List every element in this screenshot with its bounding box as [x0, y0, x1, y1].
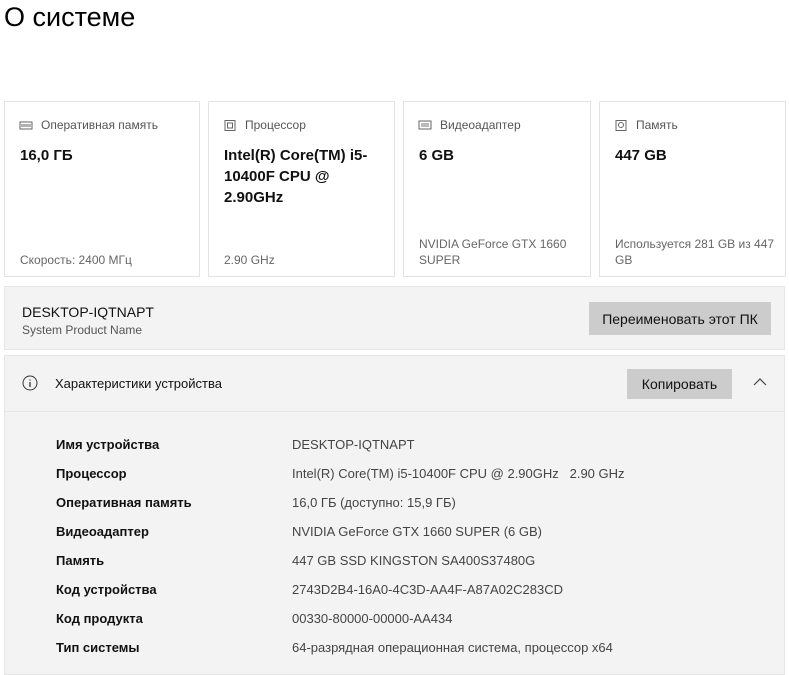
card-value: 6 GB — [419, 147, 455, 164]
pc-subtitle: System Product Name — [22, 323, 143, 337]
specs-header[interactable]: Характеристики устройства Копировать — [5, 356, 784, 412]
spec-row: Код продукта 00330-80000-00000-AA434 — [56, 611, 452, 626]
spec-label: Процессор — [56, 466, 127, 481]
storage-icon — [615, 119, 627, 131]
spec-row: Память 447 GB SSD KINGSTON SA400S37480G — [56, 553, 535, 568]
card-value: 16,0 ГБ — [20, 147, 73, 164]
memory-card: Оперативная память 16,0 ГБ Скорость: 240… — [4, 101, 200, 277]
card-footer: 2.90 GHz — [224, 253, 275, 267]
spec-label: Память — [56, 553, 105, 568]
spec-row: Видеоадаптер NVIDIA GeForce GTX 1660 SUPE… — [56, 524, 542, 539]
spec-row: Тип системы 64-разрядная операционная сис… — [56, 640, 613, 655]
storage-card: Память 447 GB Используется 281 GB из 447… — [599, 101, 786, 277]
spec-value: DESKTOP-IQTNAPT — [292, 437, 415, 452]
spec-value: 00330-80000-00000-AA434 — [292, 611, 453, 626]
card-label: Процессор — [245, 118, 306, 132]
spec-value: 16,0 ГБ (доступно: 15,9 ГБ) — [292, 495, 456, 510]
spec-value: Intel(R) Core(TM) i5-10400F CPU @ 2.90GH… — [292, 466, 625, 481]
card-label: Память — [636, 118, 678, 132]
spec-label: Код продукта — [56, 611, 143, 626]
processor-icon — [224, 119, 236, 131]
spec-row: Код устройства 2743D2B4-16A0-4C3D-AA4F-A8… — [56, 582, 563, 597]
rename-pc-button[interactable]: Переименовать этот ПК — [589, 302, 771, 335]
card-label: Видеоадаптер — [440, 118, 521, 132]
card-value: Intel(R) Core(TM) i5-10400F CPU @ 2.90GH… — [224, 147, 368, 206]
display-adapter-icon — [418, 120, 432, 129]
specs-title: Характеристики устройства — [55, 376, 222, 391]
card-value: 447 GB — [615, 147, 667, 164]
spec-row: Процессор Intel(R) Core(TM) i5-10400F CPU… — [56, 466, 625, 481]
spec-row: Имя устройства DESKTOP-IQTNAPT — [56, 437, 415, 452]
spec-value: NVIDIA GeForce GTX 1660 SUPER (6 GB) — [292, 524, 542, 539]
card-label: Оперативная память — [41, 118, 158, 132]
spec-label: Код устройства — [56, 582, 157, 597]
page-title: О системе — [4, 2, 136, 32]
card-footer: NVIDIA GeForce GTX 1660 SUPER — [419, 237, 567, 267]
spec-value: 2743D2B4-16A0-4C3D-AA4F-A87A02C283CD — [292, 582, 563, 597]
spec-label: Тип системы — [56, 640, 140, 655]
chevron-up-icon[interactable] — [753, 377, 767, 387]
pc-name-panel: DESKTOP-IQTNAPT System Product Name Пере… — [4, 286, 785, 350]
processor-card: Процессор Intel(R) Core(TM) i5-10400F CP… — [208, 101, 395, 277]
memory-icon — [19, 121, 33, 129]
info-icon — [22, 375, 38, 391]
spec-value: 447 GB SSD KINGSTON SA400S37480G — [292, 553, 536, 568]
copy-button[interactable]: Копировать — [627, 369, 732, 399]
display-adapter-card: Видеоадаптер 6 GB NVIDIA GeForce GTX 166… — [403, 101, 591, 277]
pc-name: DESKTOP-IQTNAPT — [22, 304, 154, 320]
card-footer: Используется 281 GB из 447 GB — [615, 237, 775, 267]
device-specs-panel: Характеристики устройства Копировать — [4, 355, 785, 675]
spec-label: Имя устройства — [56, 437, 160, 452]
card-footer: Скорость: 2400 МГц — [20, 253, 132, 267]
spec-label: Оперативная память — [56, 495, 192, 510]
spec-label: Видеоадаптер — [56, 524, 149, 539]
spec-row: Оперативная память 16,0 ГБ (доступно: 15,… — [56, 495, 456, 510]
spec-value: 64-разрядная операционная система, проце… — [292, 640, 613, 655]
